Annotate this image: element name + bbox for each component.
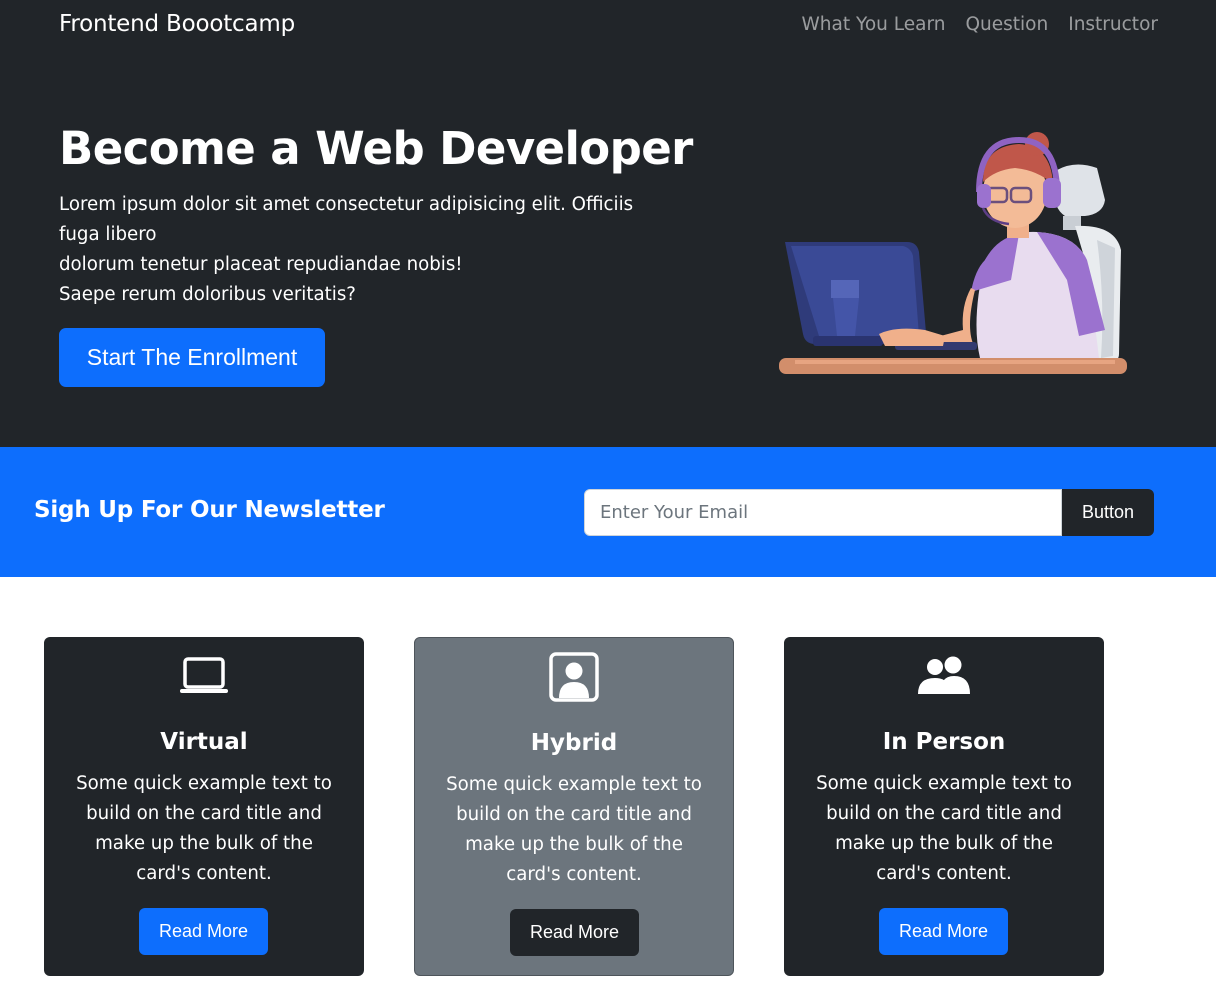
hero-title: Become a Web Developer bbox=[59, 122, 693, 175]
hero-section: Frontend Boootcamp What You Learn Questi… bbox=[0, 0, 1216, 447]
card-virtual: Virtual Some quick example text to build… bbox=[44, 637, 364, 976]
newsletter-title: Sigh Up For Our Newsletter bbox=[34, 497, 385, 523]
person-badge-icon bbox=[415, 652, 733, 702]
card-text: Some quick example text to build on the … bbox=[446, 774, 702, 885]
hero-text: Lorem ipsum dolor sit amet consectetur a… bbox=[59, 190, 679, 310]
hero-text-line: Saepe rerum doloribus veritatis? bbox=[59, 284, 356, 305]
email-input[interactable] bbox=[584, 489, 1062, 536]
hero-text-line: Lorem ipsum dolor sit amet consectetur a… bbox=[59, 194, 634, 245]
card-text: Some quick example text to build on the … bbox=[816, 773, 1072, 884]
navbar-brand[interactable]: Frontend Boootcamp bbox=[59, 11, 295, 37]
read-more-button[interactable]: Read More bbox=[510, 909, 639, 956]
nav-link-instructor[interactable]: Instructor bbox=[1068, 14, 1158, 35]
nav-link-question[interactable]: Question bbox=[965, 14, 1048, 35]
card-title: Virtual bbox=[160, 729, 248, 755]
navbar-links: What You Learn Question Instructor bbox=[802, 14, 1158, 35]
laptop-icon bbox=[44, 653, 364, 699]
newsletter-section: Sigh Up For Our Newsletter Button bbox=[0, 447, 1216, 577]
newsletter-submit-button[interactable]: Button bbox=[1062, 489, 1154, 536]
people-icon bbox=[784, 653, 1104, 699]
card-in-person: In Person Some quick example text to bui… bbox=[784, 637, 1104, 976]
card-text: Some quick example text to build on the … bbox=[76, 773, 332, 884]
start-enrollment-button[interactable]: Start The Enrollment bbox=[59, 328, 325, 387]
read-more-button[interactable]: Read More bbox=[139, 908, 268, 955]
nav-link-what-you-learn[interactable]: What You Learn bbox=[802, 14, 946, 35]
hero-text-line: dolorum tenetur placeat repudiandae nobi… bbox=[59, 254, 463, 275]
read-more-button[interactable]: Read More bbox=[879, 908, 1008, 955]
card-hybrid: Hybrid Some quick example text to build … bbox=[414, 637, 734, 976]
card-title: In Person bbox=[882, 729, 1006, 755]
card-title: Hybrid bbox=[530, 730, 618, 756]
developer-at-computer-illustration bbox=[779, 132, 1127, 374]
